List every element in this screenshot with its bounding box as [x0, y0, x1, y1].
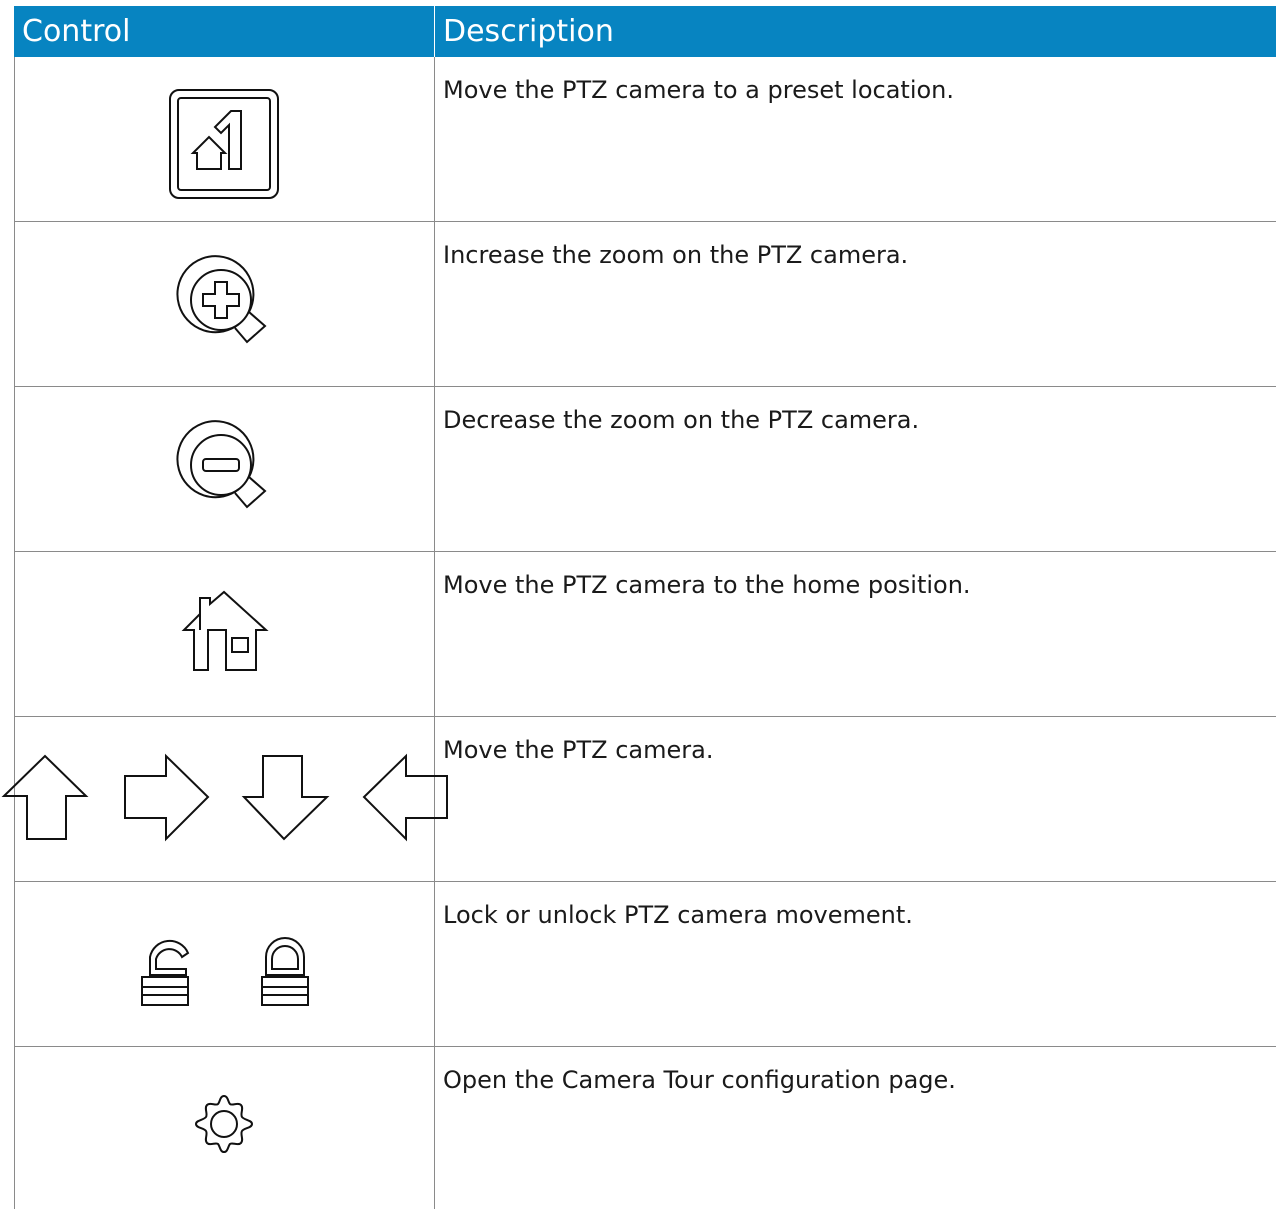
- header-description: Description: [443, 14, 614, 49]
- zoom-in-icon[interactable]: [176, 255, 269, 344]
- preset-location-icon[interactable]: [169, 89, 279, 199]
- control-cell: [14, 882, 435, 1046]
- arrow-up-icon[interactable]: [1, 754, 91, 841]
- lock-icon[interactable]: [260, 935, 310, 1007]
- control-cell: [14, 57, 435, 221]
- control-cell: [14, 552, 435, 716]
- description-cell: Decrease the zoom on the PTZ camera.: [443, 406, 920, 434]
- description-cell: Move the PTZ camera.: [443, 736, 714, 764]
- home-icon[interactable]: [180, 590, 270, 672]
- table-row: Open the Camera Tour configuration page.: [14, 1047, 1276, 1209]
- table-row: Move the PTZ camera.: [1, 717, 1276, 882]
- unlock-icon[interactable]: [140, 935, 190, 1007]
- controls-table: Control Description Move the PTZ camera …: [1, 6, 1276, 1209]
- table-row: Move the PTZ camera to a preset location…: [14, 57, 1276, 222]
- description-cell: Lock or unlock PTZ camera movement.: [443, 901, 913, 929]
- description-cell: Move the PTZ camera to a preset location…: [443, 76, 955, 104]
- control-cell: [14, 387, 435, 551]
- arrow-down-icon[interactable]: [241, 755, 331, 841]
- control-cell: [14, 222, 435, 386]
- arrow-left-icon[interactable]: [362, 753, 449, 842]
- table-row: Decrease the zoom on the PTZ camera.: [14, 387, 1276, 552]
- zoom-out-icon[interactable]: [176, 420, 269, 509]
- description-cell: Move the PTZ camera to the home position…: [443, 571, 971, 599]
- table-row: Move the PTZ camera to the home position…: [14, 552, 1276, 717]
- control-cell: [14, 1047, 435, 1209]
- header-control: Control: [14, 6, 435, 57]
- table-row: Lock or unlock PTZ camera movement.: [14, 882, 1276, 1047]
- gear-icon[interactable]: [194, 1094, 254, 1154]
- description-cell: Open the Camera Tour configuration page.: [443, 1066, 956, 1094]
- control-cell: [1, 717, 448, 881]
- table-row: Increase the zoom on the PTZ camera.: [14, 222, 1276, 387]
- table-header: Control Description: [14, 6, 1276, 57]
- arrow-right-icon[interactable]: [124, 753, 210, 842]
- description-cell: Increase the zoom on the PTZ camera.: [443, 241, 909, 269]
